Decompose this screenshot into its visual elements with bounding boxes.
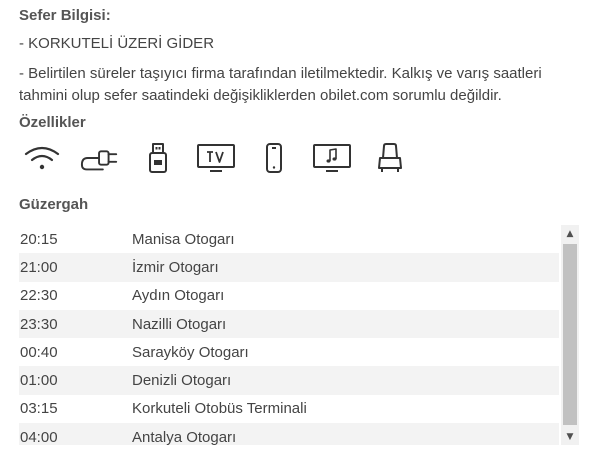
trip-info-note-route: - KORKUTELİ ÜZERİ GİDER xyxy=(19,35,215,52)
route-scrollbar[interactable]: ▲ ▼ xyxy=(561,225,579,445)
tv-icon xyxy=(196,141,236,175)
route-time: 21:00 xyxy=(20,258,58,276)
route-stop-name: Denizli Otogarı xyxy=(132,372,232,390)
route-time: 22:30 xyxy=(20,287,58,305)
route-stop-name: Antalya Otogarı xyxy=(132,428,237,445)
route-row: 03:15 Korkuteli Otobüs Terminali xyxy=(19,395,559,423)
route-scroll-container[interactable]: 20:15 Manisa Otogarı 21:00 İzmir Otogarı… xyxy=(19,225,579,445)
route-stop-name: Nazilli Otogarı xyxy=(132,315,227,333)
trip-info-title: Sefer Bilgisi: xyxy=(19,7,111,24)
route-stop-name: Korkuteli Otobüs Terminali xyxy=(132,400,307,418)
route-time: 03:15 xyxy=(20,400,58,418)
route-title: Güzergah xyxy=(19,196,89,213)
features-title: Özellikler xyxy=(19,114,86,131)
route-time: 00:40 xyxy=(20,343,58,361)
scroll-down-arrow-icon[interactable]: ▼ xyxy=(561,428,579,445)
route-row: 21:00 İzmir Otogarı xyxy=(19,253,559,282)
route-row: 00:40 Sarayköy Otogarı xyxy=(19,338,559,366)
route-row: 23:30 Nazilli Otogarı xyxy=(19,309,559,339)
route-row: 04:00 Antalya Otogarı xyxy=(19,423,559,445)
route-row: 22:30 Aydın Otogarı xyxy=(19,282,559,310)
route-row: 01:00 Denizli Otogarı xyxy=(19,366,559,395)
trip-info-note-disclaimer: - Belirtilen süreler taşıyıcı firma tara… xyxy=(19,65,542,104)
power-outlet-icon xyxy=(80,141,120,175)
features-list xyxy=(22,140,428,176)
route-stop-name: Aydın Otogarı xyxy=(132,287,225,305)
seat-icon xyxy=(370,141,410,175)
route-stop-name: Manisa Otogarı xyxy=(132,230,235,248)
personal-screen-icon xyxy=(312,141,352,175)
scroll-up-arrow-icon[interactable]: ▲ xyxy=(561,225,579,242)
route-list: 20:15 Manisa Otogarı 21:00 İzmir Otogarı… xyxy=(19,225,559,445)
route-time: 20:15 xyxy=(20,230,58,248)
wifi-icon xyxy=(22,141,62,175)
route-stop-name: Sarayköy Otogarı xyxy=(132,343,249,361)
route-time: 23:30 xyxy=(20,315,58,333)
route-time: 04:00 xyxy=(20,428,58,445)
scroll-thumb[interactable] xyxy=(563,244,577,425)
usb-icon xyxy=(138,141,178,175)
route-time: 01:00 xyxy=(20,372,58,390)
route-row: 20:15 Manisa Otogarı xyxy=(19,225,559,253)
route-stop-name: İzmir Otogarı xyxy=(132,258,219,276)
phone-icon xyxy=(254,141,294,175)
